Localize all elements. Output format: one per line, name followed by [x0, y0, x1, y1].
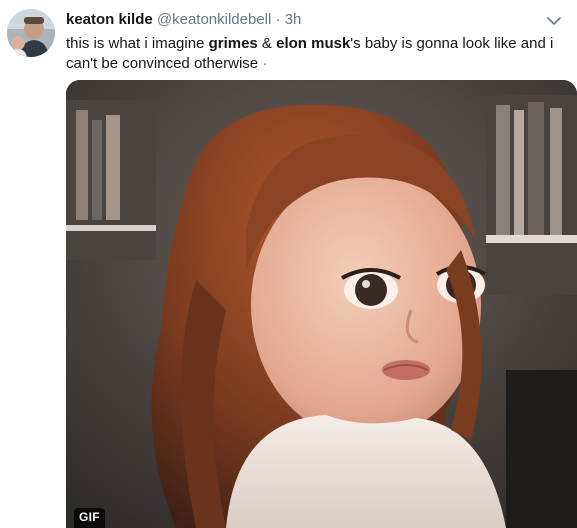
tweet-text-bold-elon-musk: elon musk: [276, 35, 351, 52]
timestamp[interactable]: 3h: [285, 11, 302, 28]
tweet-text-part: this is what i imagine: [66, 35, 209, 52]
tweet-text: this is what i imagine grimes & elon mus…: [66, 34, 566, 74]
separator-dot: ·: [275, 11, 281, 28]
gif-badge: GIF: [74, 508, 105, 528]
chevron-down-icon[interactable]: [545, 12, 563, 30]
trailing-dot: ·: [262, 55, 268, 72]
author-name[interactable]: keaton kilde: [66, 11, 153, 28]
avatar-image: [7, 9, 55, 57]
tweet: keaton kilde @keatonkildebell · 3h this …: [0, 0, 577, 528]
gif-frame: [66, 80, 577, 528]
author-handle[interactable]: @keatonkildebell: [157, 11, 271, 28]
tweet-text-bold-grimes: grimes: [208, 35, 258, 52]
tweet-header: keaton kilde @keatonkildebell · 3h: [66, 10, 301, 30]
avatar[interactable]: [7, 9, 55, 57]
gif-media[interactable]: GIF: [66, 80, 577, 528]
tweet-text-part: &: [257, 35, 277, 52]
